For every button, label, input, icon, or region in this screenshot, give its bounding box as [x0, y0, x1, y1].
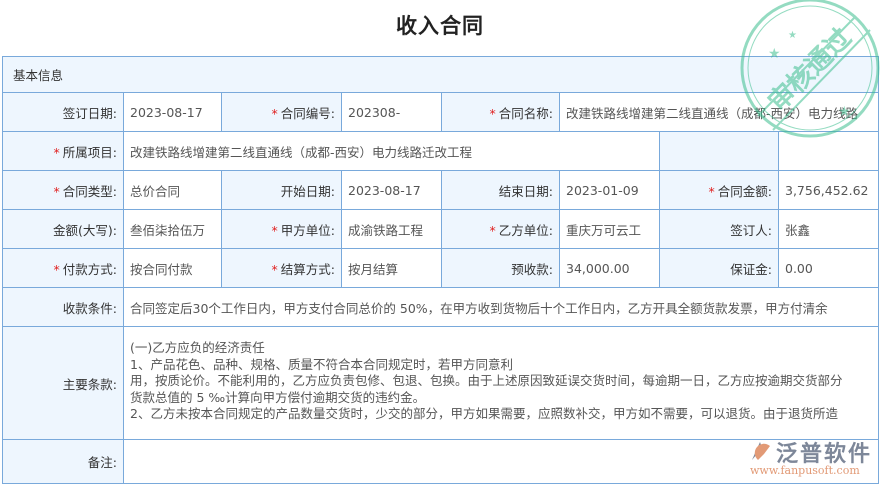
signer-value: 张鑫: [777, 209, 880, 249]
project-value: 改建铁路线增建第二线直通线（成都-西安）电力线路迁改工程: [123, 131, 660, 171]
remark-value: [122, 439, 880, 484]
clause-line: 货款总值的 5 ‰计算向甲方偿付逾期交货的违约金。: [130, 389, 426, 405]
amount-label: * 合同金额:: [659, 170, 779, 210]
deposit-value: 0.00: [777, 248, 880, 288]
contract-type-label: * 合同类型:: [2, 170, 124, 210]
advance-label: 预收款:: [441, 248, 560, 288]
empty-label-cell: [659, 131, 779, 171]
project-label: * 所属项目:: [2, 131, 124, 171]
clause-line: 用，按质论价。不能利用的，乙方应负责包修、包退、包换。由于上述原因致延误交货时间…: [130, 373, 843, 388]
remark-label: 备注:: [2, 439, 124, 484]
advance-value: 34,000.00: [559, 248, 660, 288]
party-b-value: 重庆万可云工: [559, 209, 660, 249]
empty-value-cell: [777, 131, 880, 171]
clause-line: (一)乙方应负的经济责任: [130, 340, 265, 355]
payment-method-value: 按合同付款: [123, 248, 222, 288]
terms-label: 收款条件:: [2, 287, 124, 327]
settlement-label: * 结算方式:: [221, 248, 342, 288]
deposit-label: 保证金:: [659, 248, 779, 288]
signer-label: 签订人:: [659, 209, 779, 249]
page-title: 收入合同: [396, 14, 484, 38]
sign-date-value: 2023-08-17: [123, 92, 222, 132]
sign-date-label: 签订日期:: [2, 92, 124, 132]
start-date-value: 2023-08-17: [341, 170, 442, 210]
contract-name-label: * 合同名称:: [441, 92, 560, 132]
clauses-label: 主要条款:: [2, 326, 124, 440]
amount-upper-value: 叁佰柒拾伍万: [123, 209, 222, 249]
contract-form: 基本信息 签订日期: 2023-08-17 * 合同编号: 202308- * 合同…: [1, 56, 880, 484]
contract-type-value: 总价合同: [123, 170, 222, 210]
party-a-value: 成渝铁路工程: [341, 209, 442, 249]
terms-value: 合同签定后30个工作日内，甲方支付合同总价的 50%，在甲方收到货物后十个工作日…: [122, 287, 880, 327]
payment-method-label: * 付款方式:: [2, 248, 124, 288]
clause-line: 2、乙方未按本合同规定的产品数量交货时，少交的部分，甲方如果需要，应照数补交，甲…: [130, 406, 838, 421]
contract-name-value: 改建铁路线增建第二线直通线（成都-西安）电力线路: [558, 92, 880, 132]
party-a-label: * 甲方单位:: [221, 209, 342, 249]
end-date-value: 2023-01-09: [559, 170, 660, 210]
party-b-label: * 乙方单位:: [441, 209, 560, 249]
clause-line: 1、产品花色、品种、规格、质量不符合本合同规定时，若甲方同意利: [130, 356, 513, 372]
amount-upper-label: 金额(大写):: [2, 209, 124, 249]
amount-value: 3,756,452.62: [777, 170, 880, 210]
end-date-label: 结束日期:: [441, 170, 560, 210]
settlement-value: 按月结算: [341, 248, 442, 288]
contract-no-value: 202308-: [341, 92, 442, 132]
start-date-label: 开始日期:: [221, 170, 342, 210]
clauses-value: (一)乙方应负的经济责任 1、产品花色、品种、规格、质量不符合本合同规定时，若甲…: [122, 326, 880, 440]
contract-no-label: * 合同编号:: [221, 92, 342, 132]
section-header: 基本信息: [1, 56, 880, 93]
